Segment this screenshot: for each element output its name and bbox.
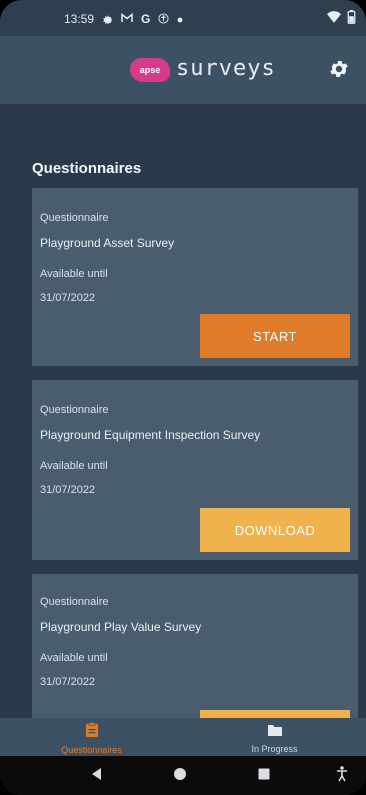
nav-label: In Progress: [251, 743, 298, 754]
status-bar: 13:59 G: [0, 0, 366, 36]
card-type-label: Questionnaire: [40, 212, 109, 224]
brand-title: surveys: [176, 56, 276, 81]
back-icon: [90, 767, 102, 786]
recents-button[interactable]: [256, 768, 272, 784]
status-right: [327, 10, 356, 27]
gear-icon: [328, 58, 350, 85]
clipboard-icon: [85, 721, 99, 743]
apse-logo: apse: [130, 58, 170, 82]
google-icon: G: [141, 12, 151, 26]
recents-icon: [258, 767, 270, 785]
gmail-icon: [121, 12, 133, 25]
app-header: apse surveys: [0, 36, 366, 104]
card-available-label: Available until: [40, 268, 108, 280]
accessibility-button[interactable]: [334, 765, 350, 787]
back-button[interactable]: [88, 767, 104, 786]
status-left: 13:59 G: [64, 12, 183, 26]
card-date: 31/07/2022: [40, 676, 96, 688]
questionnaire-card: Questionnaire Playground Play Value Surv…: [32, 574, 358, 718]
nav-questionnaires[interactable]: Questionnaires: [0, 721, 183, 755]
accessibility-icon: [158, 12, 169, 26]
card-type-label: Questionnaire: [40, 596, 109, 608]
download-button[interactable]: [200, 710, 350, 718]
section-title: Questionnaires: [32, 160, 142, 177]
start-button[interactable]: START: [200, 314, 350, 358]
card-date: 31/07/2022: [40, 292, 96, 304]
logo-text: apse: [139, 65, 161, 75]
folder-icon: [267, 723, 283, 742]
battery-icon: [347, 10, 356, 27]
home-button[interactable]: [172, 767, 188, 786]
dot-icon: [177, 13, 183, 25]
card-date: 31/07/2022: [40, 484, 96, 496]
app-screen: 13:59 G apse surveys Questionnaires Ques…: [0, 0, 366, 795]
card-name: Playground Play Value Survey: [40, 620, 202, 634]
questionnaire-card: Questionnaire Playground Equipment Inspe…: [32, 380, 358, 560]
settings-button[interactable]: [326, 58, 352, 84]
card-available-label: Available until: [40, 652, 108, 664]
gear-icon: [102, 13, 113, 26]
home-icon: [173, 767, 187, 786]
nav-label: Questionnaires: [61, 744, 122, 755]
card-name: Playground Asset Survey: [40, 236, 175, 250]
download-button[interactable]: DOWNLOAD: [200, 508, 350, 552]
card-available-label: Available until: [40, 460, 108, 472]
card-type-label: Questionnaire: [40, 404, 109, 416]
status-time: 13:59: [64, 12, 95, 26]
bottom-nav: Questionnaires In Progress: [0, 718, 366, 756]
system-nav-bar: [0, 756, 366, 795]
accessibility-icon: [336, 765, 348, 787]
card-name: Playground Equipment Inspection Survey: [40, 428, 261, 442]
questionnaire-card: Questionnaire Playground Asset Survey Av…: [32, 188, 358, 366]
main-content[interactable]: Questionnaires Questionnaire Playground …: [0, 104, 366, 718]
wifi-icon: [327, 11, 341, 26]
nav-in-progress[interactable]: In Progress: [183, 721, 366, 755]
